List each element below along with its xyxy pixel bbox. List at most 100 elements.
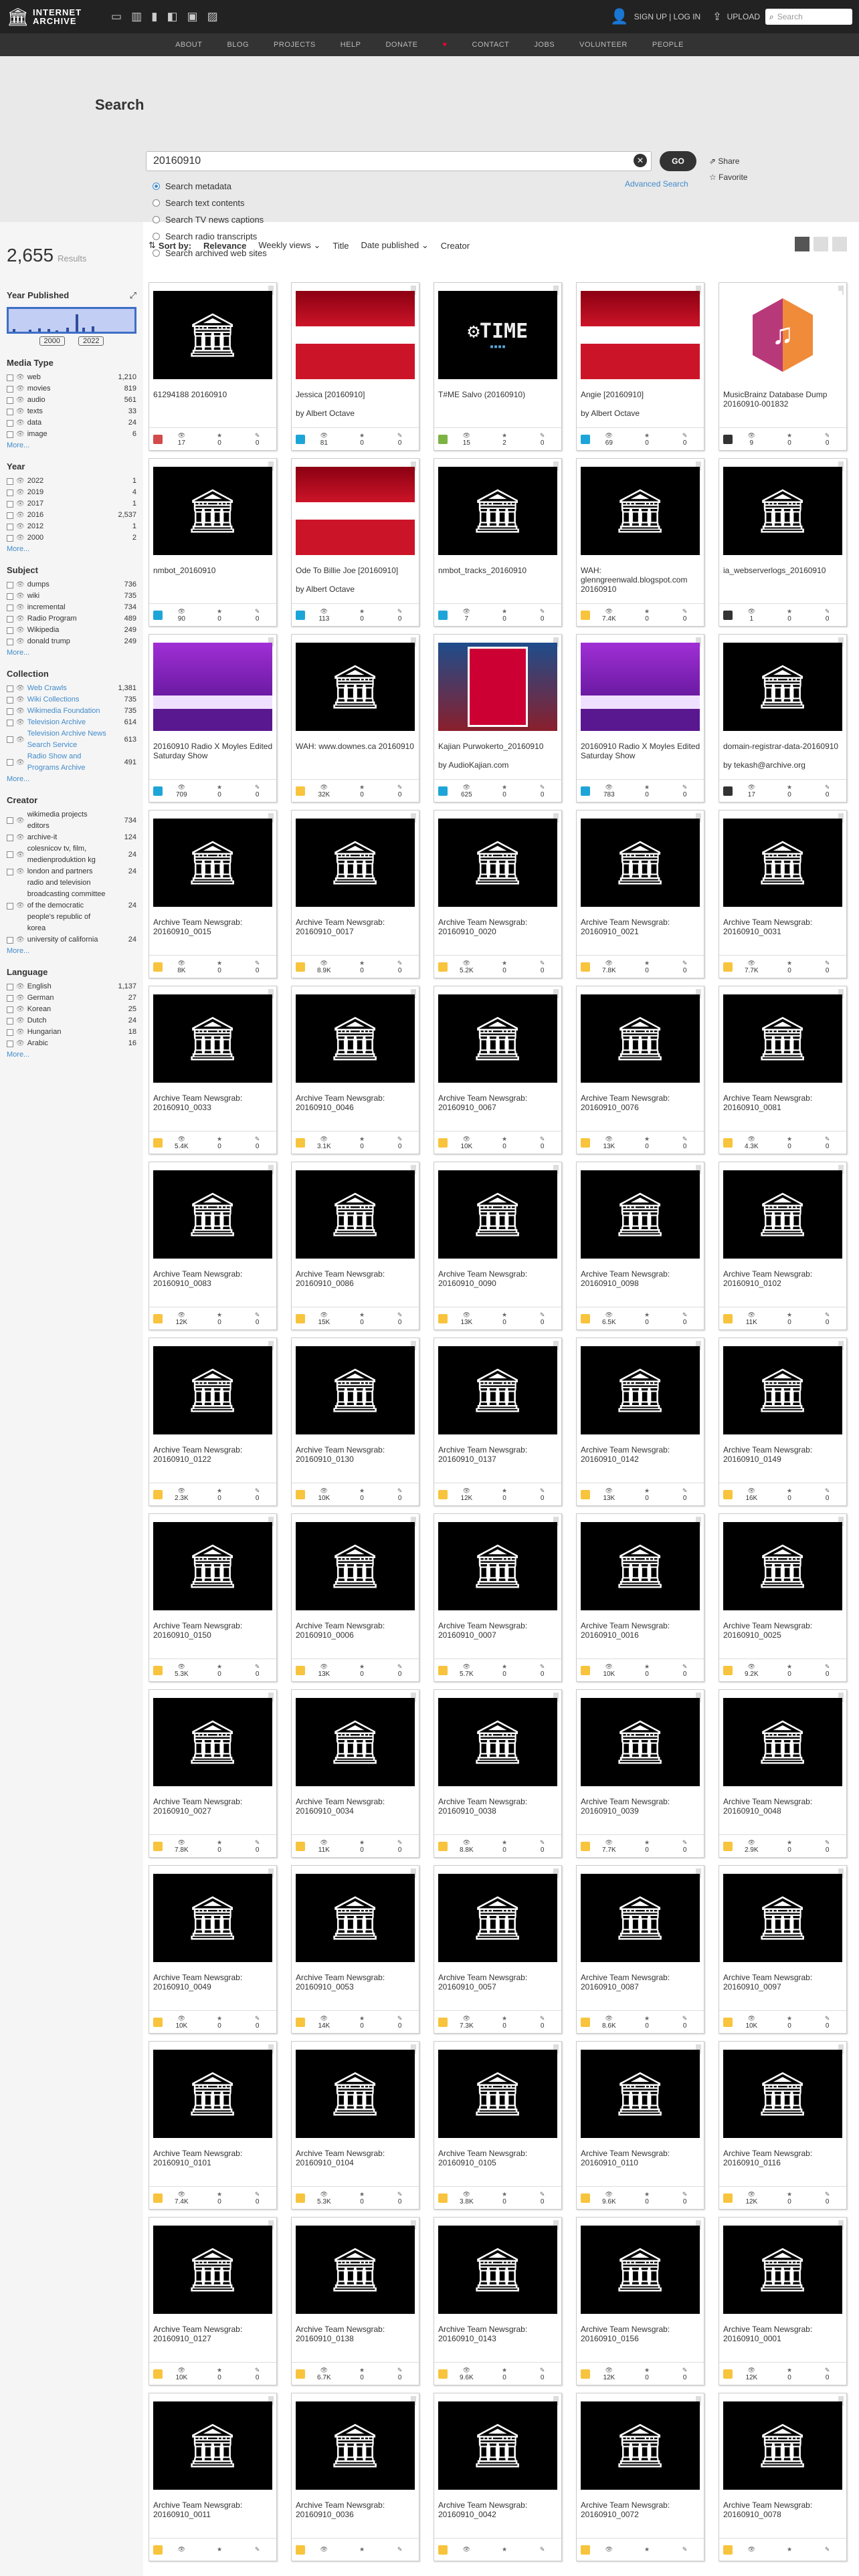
result-card[interactable]: 🏛 Archive Team Newsgrab: 20160910_0033 👁 5.… bbox=[149, 986, 277, 1154]
facet-row[interactable]: 👁 incremental 734 bbox=[7, 602, 136, 613]
result-card[interactable]: 🏛 domain-registrar-data-20160910 by tekash… bbox=[719, 634, 847, 802]
result-title[interactable]: Angie [20160910] bbox=[581, 390, 701, 399]
result-title[interactable]: Archive Team Newsgrab: 20160910_0087 bbox=[581, 1973, 701, 1992]
web-icon[interactable]: ▭ bbox=[111, 10, 122, 23]
result-card[interactable]: 🏛 Archive Team Newsgrab: 20160910_0020 👁 5.… bbox=[434, 810, 562, 978]
result-title[interactable]: Archive Team Newsgrab: 20160910_0143 bbox=[438, 2325, 559, 2343]
facet-row[interactable]: 👁 2000 2 bbox=[7, 532, 136, 544]
result-card[interactable]: 🏛 ia_webserverlogs_20160910 👁 1 ★ 0 ✎ 0 bbox=[719, 458, 847, 627]
facet-row[interactable]: 👁 Wiki Collections 735 bbox=[7, 694, 136, 706]
nav-item-people[interactable]: PEOPLE bbox=[652, 41, 684, 49]
nav-item-blog[interactable]: BLOG bbox=[227, 41, 249, 49]
facet-row[interactable]: 👁 Wikipedia 249 bbox=[7, 625, 136, 636]
eye-icon[interactable]: 👁 bbox=[16, 591, 25, 602]
result-title[interactable]: Archive Team Newsgrab: 20160910_0149 bbox=[723, 1445, 844, 1464]
result-thumbnail[interactable]: 🏛 bbox=[723, 1874, 842, 1962]
result-title[interactable]: Archive Team Newsgrab: 20160910_0039 bbox=[581, 1797, 701, 1816]
result-title[interactable]: Archive Team Newsgrab: 20160910_0104 bbox=[296, 2149, 416, 2167]
result-card[interactable]: 🏛 WAH: glenngreenwald.blogspot.com 201609… bbox=[576, 458, 704, 627]
result-title[interactable]: Archive Team Newsgrab: 20160910_0083 bbox=[153, 1269, 274, 1288]
result-thumbnail[interactable]: 🏛 bbox=[438, 1522, 557, 1610]
result-thumbnail[interactable]: 🏛 bbox=[723, 2050, 842, 2138]
facet-row[interactable]: 👁 Television Archive 614 bbox=[7, 717, 136, 728]
result-title[interactable]: Archive Team Newsgrab: 20160910_0017 bbox=[296, 918, 416, 936]
result-thumbnail[interactable]: 🏛 bbox=[296, 1874, 415, 1962]
facet-name[interactable]: data bbox=[27, 417, 107, 429]
result-thumbnail[interactable] bbox=[581, 643, 700, 731]
facet-checkbox[interactable] bbox=[7, 1029, 13, 1036]
result-card[interactable]: 🏛 Archive Team Newsgrab: 20160910_0078 👁 ★ ✎ bbox=[719, 2393, 847, 2561]
result-card[interactable]: 20160910 Radio X Moyles Edited Saturday … bbox=[149, 634, 277, 802]
sort-relevance[interactable]: Relevance bbox=[203, 241, 246, 251]
radio-icon[interactable] bbox=[153, 183, 160, 190]
result-thumbnail[interactable]: 🏛 bbox=[723, 2401, 842, 2490]
result-title[interactable]: Archive Team Newsgrab: 20160910_0021 bbox=[581, 918, 701, 936]
result-title[interactable]: Archive Team Newsgrab: 20160910_0057 bbox=[438, 1973, 559, 1992]
facet-row[interactable]: 👁 2019 4 bbox=[7, 487, 136, 498]
facet-checkbox[interactable] bbox=[7, 593, 13, 600]
year-min[interactable]: 2000 bbox=[39, 336, 65, 346]
result-thumbnail[interactable]: 🏛 bbox=[153, 1698, 272, 1786]
result-title[interactable]: Archive Team Newsgrab: 20160910_0038 bbox=[438, 1797, 559, 1816]
result-card[interactable]: Kajian Purwokerto_20160910 by AudioKajian… bbox=[434, 634, 562, 802]
result-thumbnail[interactable]: 🏛 bbox=[296, 994, 415, 1083]
result-thumbnail[interactable]: ♫ bbox=[723, 291, 842, 379]
facet-checkbox[interactable] bbox=[7, 994, 13, 1002]
result-card[interactable]: 🏛 Archive Team Newsgrab: 20160910_0036 👁 ★ ✎ bbox=[291, 2393, 419, 2561]
eye-icon[interactable]: 👁 bbox=[16, 706, 25, 717]
search-input[interactable]: 20160910 bbox=[146, 151, 652, 171]
facet-name[interactable]: Wikipedia bbox=[27, 625, 107, 636]
sort-creator[interactable]: Creator bbox=[441, 241, 470, 251]
result-thumbnail[interactable]: 🏛 bbox=[153, 1170, 272, 1259]
facet-row[interactable]: 👁 image 6 bbox=[7, 429, 136, 440]
facet-checkbox[interactable] bbox=[7, 604, 13, 611]
result-card[interactable]: 🏛 Archive Team Newsgrab: 20160910_0076 👁 13… bbox=[576, 986, 704, 1154]
eye-icon[interactable]: 👁 bbox=[16, 717, 25, 728]
result-title[interactable]: Archive Team Newsgrab: 20160910_0130 bbox=[296, 1445, 416, 1464]
facet-row[interactable]: 👁 movies 819 bbox=[7, 383, 136, 395]
facet-checkbox[interactable] bbox=[7, 1017, 13, 1025]
result-title[interactable]: nmbot_tracks_20160910 bbox=[438, 566, 559, 575]
result-card[interactable]: 🏛 Archive Team Newsgrab: 20160910_0127 👁 10… bbox=[149, 2217, 277, 2385]
result-thumbnail[interactable]: 🏛 bbox=[153, 819, 272, 907]
eye-icon[interactable]: 👁 bbox=[16, 429, 25, 440]
facet-more-link[interactable]: More... bbox=[7, 1051, 136, 1059]
facet-name[interactable]: web bbox=[27, 372, 107, 383]
facet-row[interactable]: 👁 Dutch 24 bbox=[7, 1015, 136, 1027]
result-title[interactable]: Archive Team Newsgrab: 20160910_0137 bbox=[438, 1445, 559, 1464]
result-title[interactable]: WAH: glenngreenwald.blogspot.com 2016091… bbox=[581, 566, 701, 594]
user-icon[interactable]: 👤 bbox=[610, 8, 628, 25]
result-title[interactable]: Archive Team Newsgrab: 20160910_0042 bbox=[438, 2500, 559, 2519]
result-thumbnail[interactable]: 🏛 bbox=[438, 2401, 557, 2490]
search-option[interactable]: Search metadata bbox=[153, 178, 267, 195]
facet-row[interactable]: 👁 Television Archive News Search Service 6… bbox=[7, 728, 136, 751]
result-title[interactable]: Archive Team Newsgrab: 20160910_0048 bbox=[723, 1797, 844, 1816]
tile-view-icon[interactable] bbox=[795, 237, 809, 251]
result-card[interactable]: 🏛 Archive Team Newsgrab: 20160910_0039 👁 7.… bbox=[576, 1689, 704, 1858]
facet-name[interactable]: movies bbox=[27, 383, 107, 395]
result-card[interactable]: 🏛 Archive Team Newsgrab: 20160910_0102 👁 11… bbox=[719, 1162, 847, 1330]
nav-item-help[interactable]: HELP bbox=[341, 41, 361, 49]
result-card[interactable]: 🏛 Archive Team Newsgrab: 20160910_0156 👁 12… bbox=[576, 2217, 704, 2385]
facet-more-link[interactable]: More... bbox=[7, 649, 136, 657]
facet-row[interactable]: 👁 texts 33 bbox=[7, 406, 136, 417]
year-histogram[interactable] bbox=[7, 307, 136, 334]
eye-icon[interactable]: 👁 bbox=[16, 849, 25, 861]
facet-name[interactable]: colesnicov tv, film, medienproduktion kg bbox=[27, 843, 107, 866]
search-option[interactable]: Search TV news captions bbox=[153, 211, 267, 228]
sort-weekly-views[interactable]: Weekly views ⌄ bbox=[258, 240, 320, 251]
logo[interactable]: 🏛 INTERNET ARCHIVE bbox=[7, 8, 106, 25]
eye-icon[interactable]: 👁 bbox=[16, 395, 25, 406]
eye-icon[interactable]: 👁 bbox=[16, 815, 25, 827]
facet-checkbox[interactable] bbox=[7, 936, 13, 944]
facet-checkbox[interactable] bbox=[7, 736, 13, 743]
eye-icon[interactable]: 👁 bbox=[16, 521, 25, 532]
facet-checkbox[interactable] bbox=[7, 581, 13, 588]
facet-name[interactable]: Wiki Collections bbox=[27, 694, 107, 706]
result-thumbnail[interactable]: 🏛 bbox=[153, 2050, 272, 2138]
facet-row[interactable]: 👁 Web Crawls 1,381 bbox=[7, 683, 136, 694]
result-thumbnail[interactable]: 🏛 bbox=[153, 2226, 272, 2314]
facet-row[interactable]: 👁 Arabic 16 bbox=[7, 1038, 136, 1049]
result-card[interactable]: 🏛 Archive Team Newsgrab: 20160910_0150 👁 5.… bbox=[149, 1513, 277, 1682]
result-card[interactable]: ⚙TIME ▪▪▪▪ T#ME Salvo (20160910) 👁 15 ★ 2 ✎ 0 bbox=[434, 282, 562, 451]
